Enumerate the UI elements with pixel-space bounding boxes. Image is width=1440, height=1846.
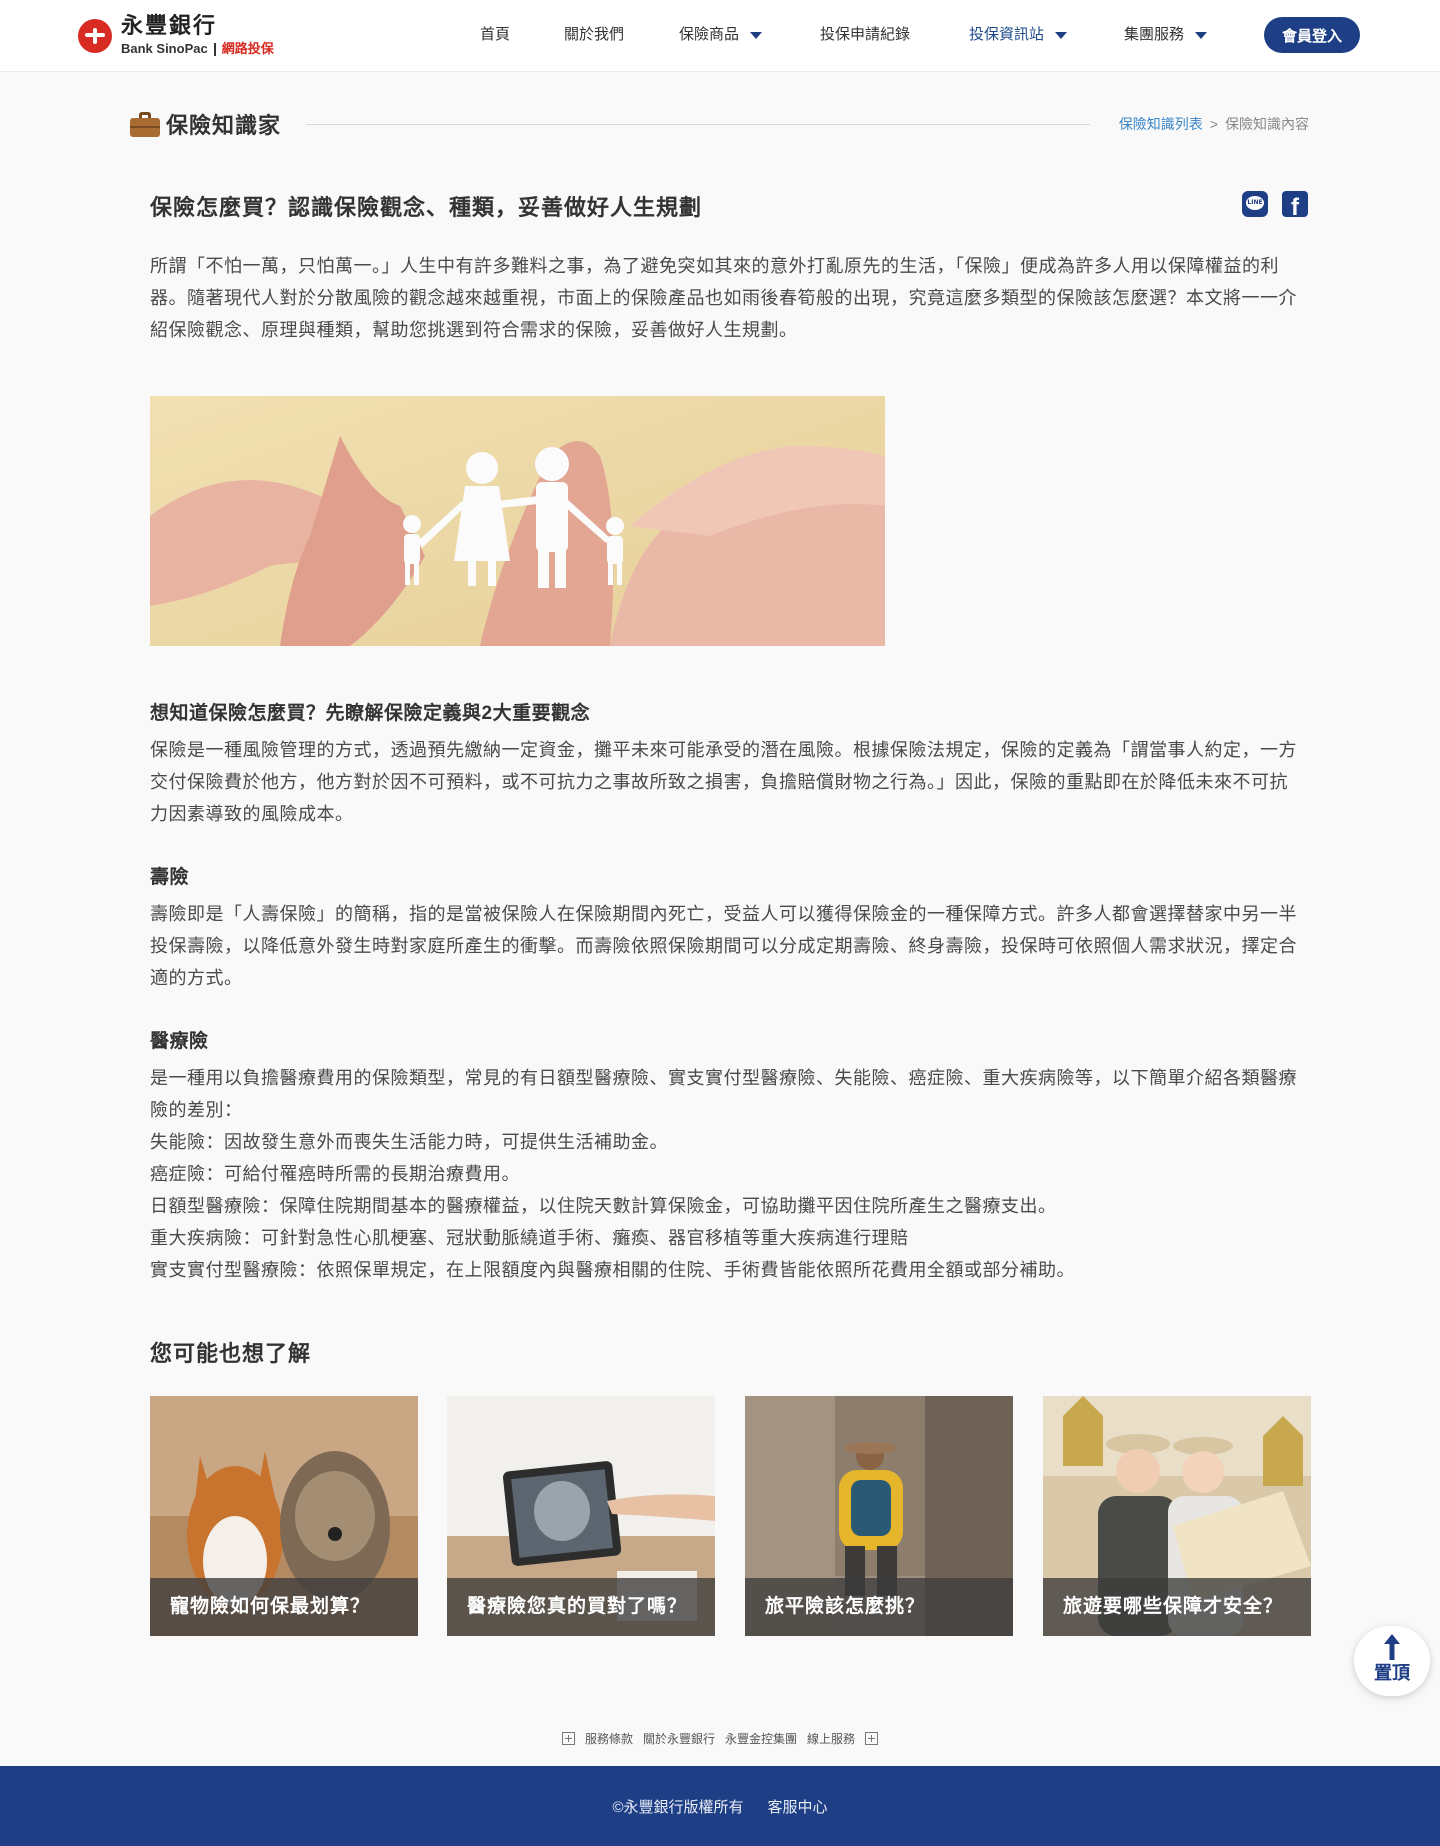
list-item: 癌症險：可給付罹癌時所需的長期治療費用。	[150, 1164, 520, 1184]
paragraph-medical: 是一種用以負擔醫療費用的保險類型，常見的有日額型醫療險、實支實付型醫療險、失能險…	[150, 1062, 1304, 1286]
line-share-icon[interactable]: LINE	[1242, 191, 1268, 217]
line-share-text: LINE	[1247, 199, 1263, 206]
divider	[306, 124, 1090, 125]
chevron-down-icon	[1055, 31, 1068, 39]
nav-home-label: 首頁	[480, 26, 511, 43]
nav-about-label: 關於我們	[564, 26, 625, 43]
expand-plus-icon[interactable]	[561, 1732, 575, 1745]
arrow-up-icon	[1384, 1634, 1400, 1660]
card-title: 寵物險如何保最划算？	[150, 1578, 418, 1636]
facebook-share-icon[interactable]: f	[1282, 191, 1308, 217]
card-title: 旅遊要哪些保障才安全？	[1043, 1578, 1311, 1636]
list-item: 實支實付型醫療險：依照保單規定，在上限額度內與醫療相關的住院、手術費皆能依照所花…	[150, 1260, 1075, 1280]
medical-intro: 是一種用以負擔醫療費用的保險類型，常見的有日額型醫療險、實支實付型醫療險、失能險…	[150, 1068, 1297, 1120]
nav-products[interactable]: 保險商品	[679, 24, 763, 46]
section-title-text: 保險知識家	[166, 113, 282, 138]
heading-life: 壽險	[150, 867, 190, 888]
nav-applications[interactable]: 投保申請紀錄	[820, 24, 910, 46]
breadcrumb: 保險知識列表 > 保險知識內容	[1119, 114, 1309, 134]
breadcrumb-current: 保險知識內容	[1225, 116, 1309, 132]
nav-products-label: 保險商品	[679, 26, 740, 43]
briefcase-icon	[130, 111, 160, 137]
footer-link[interactable]: 服務條款	[585, 1730, 633, 1747]
section-title: 保險知識家	[130, 108, 281, 140]
back-to-top-button[interactable]: 置頂	[1354, 1626, 1430, 1696]
expand-plus-icon[interactable]	[865, 1732, 879, 1745]
site-header: 永豐銀行 Bank SinoPac 網路投保 首頁 關於我們 保險商品 投保申請…	[0, 0, 1440, 72]
main-nav: 首頁 關於我們 保險商品 投保申請紀錄 投保資訊站 集團服務 會員登入	[0, 0, 1440, 72]
heading-concept: 想知道保險怎麼買？先瞭解保險定義與2大重要觀念	[150, 703, 591, 724]
paragraph-concept: 保險是一種風險管理的方式，透過預先繳納一定資金，攤平未來可能承受的潛在風險。根據…	[150, 740, 1297, 824]
footer-link[interactable]: 關於永豐銀行	[643, 1730, 715, 1747]
related-card-medical[interactable]: 醫療險您真的買對了嗎？	[447, 1396, 715, 1636]
customer-service-link[interactable]: 客服中心	[768, 1796, 828, 1817]
list-item: 日額型醫療險：保障住院期間基本的醫療權益，以住院天數計算保險金，可協助攤平因住院…	[150, 1196, 1057, 1216]
nav-about[interactable]: 關於我們	[564, 24, 624, 46]
nav-info-label: 投保資訊站	[969, 26, 1045, 43]
footer-link[interactable]: 線上服務	[807, 1730, 855, 1747]
breadcrumb-separator: >	[1209, 116, 1218, 132]
back-to-top-label: 置頂	[1374, 1663, 1410, 1683]
paragraph-life: 壽險即是「人壽保險」的簡稱，指的是當被保險人在保險期間內死亡，受益人可以獲得保險…	[150, 904, 1297, 988]
related-card-pet[interactable]: 寵物險如何保最划算？	[150, 1396, 418, 1636]
login-button[interactable]: 會員登入	[1264, 17, 1360, 53]
copyright-text: ©永豐銀行版權所有	[612, 1798, 744, 1816]
hero-image	[150, 396, 885, 646]
related-card-trip[interactable]: 旅遊要哪些保障才安全？	[1043, 1396, 1311, 1636]
list-item: 重大疾病險：可針對急性心肌梗塞、冠狀動脈繞道手術、癱瘓、器官移植等重大疾病進行理…	[150, 1228, 909, 1248]
nav-home[interactable]: 首頁	[480, 24, 510, 46]
heading-medical: 醫療險	[150, 1031, 209, 1052]
chevron-down-icon	[750, 31, 763, 39]
nav-info[interactable]: 投保資訊站	[969, 24, 1068, 46]
list-item: 失能險：因故發生意外而喪失生活能力時，可提供生活補助金。	[150, 1132, 668, 1152]
related-title: 您可能也想了解	[150, 1341, 312, 1366]
card-title: 醫療險您真的買對了嗎？	[447, 1578, 715, 1636]
footer-links: 服務條款 關於永豐銀行 永豐金控集團 線上服務	[0, 1730, 1440, 1747]
article-intro: 所謂「不怕一萬，只怕萬一。」人生中有許多難料之事，為了避免突如其來的意外打亂原先…	[150, 256, 1297, 340]
nav-group[interactable]: 集團服務	[1124, 24, 1208, 46]
nav-applications-label: 投保申請紀錄	[820, 26, 911, 43]
related-card-travel[interactable]: 旅平險該怎麼挑？	[745, 1396, 1013, 1636]
nav-group-label: 集團服務	[1124, 26, 1185, 43]
article-title: 保險怎麼買？認識保險觀念、種類，妥善做好人生規劃	[150, 195, 703, 220]
card-title: 旅平險該怎麼挑？	[745, 1578, 1013, 1636]
breadcrumb-link-list[interactable]: 保險知識列表	[1119, 116, 1203, 132]
footer-link[interactable]: 永豐金控集團	[725, 1730, 797, 1747]
footer-bar: ©永豐銀行版權所有 客服中心	[0, 1766, 1440, 1846]
chevron-down-icon	[1195, 31, 1208, 39]
